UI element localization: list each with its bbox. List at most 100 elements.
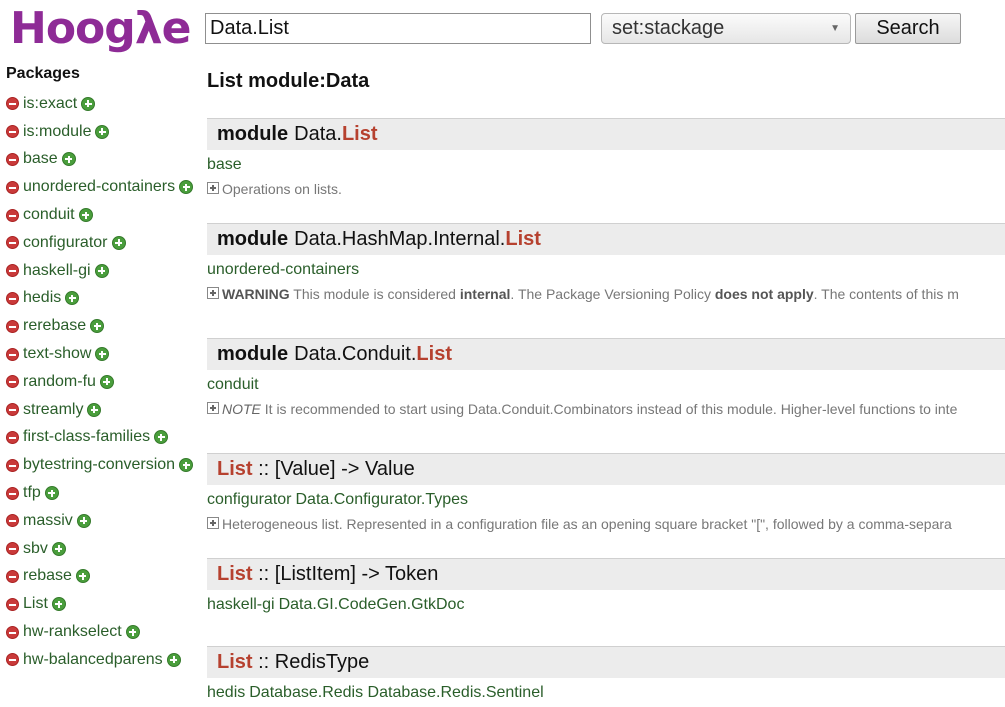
result-signature[interactable]: module Data.Conduit. List — [207, 338, 1005, 370]
scope-select[interactable]: set:stackage ▼ — [601, 13, 851, 44]
minus-icon[interactable] — [6, 542, 19, 556]
search-button[interactable]: Search — [855, 13, 961, 44]
plus-icon[interactable] — [51, 597, 66, 612]
sidebar-item-label[interactable]: haskell-gi — [23, 262, 91, 280]
plus-icon[interactable] — [90, 319, 105, 334]
minus-icon[interactable] — [6, 291, 19, 305]
result-package-link[interactable]: unordered-containers — [207, 261, 359, 278]
sidebar-item-label[interactable]: configurator — [23, 234, 108, 252]
sidebar-item-label[interactable]: sbv — [23, 540, 48, 558]
minus-icon[interactable] — [6, 125, 19, 139]
minus-icon[interactable] — [6, 375, 19, 389]
minus-icon[interactable] — [6, 458, 19, 472]
expand-icon[interactable] — [207, 182, 219, 194]
hoogle-logo[interactable]: Hoogλe — [10, 0, 191, 56]
search-input[interactable] — [205, 13, 591, 44]
result-name-highlight[interactable]: List — [217, 458, 253, 481]
sidebar-item-label[interactable]: first-class-families — [23, 428, 150, 446]
sidebar-item-label[interactable]: is:module — [23, 123, 91, 141]
result-name-highlight[interactable]: List — [342, 123, 378, 146]
sidebar-item-label[interactable]: List — [23, 595, 48, 613]
result-package-link[interactable]: configurator — [207, 491, 292, 508]
minus-icon[interactable] — [6, 347, 19, 361]
minus-icon[interactable] — [6, 486, 19, 500]
plus-icon[interactable] — [61, 152, 76, 167]
plus-icon[interactable] — [76, 513, 91, 528]
plus-icon[interactable] — [179, 458, 194, 473]
minus-icon[interactable] — [6, 236, 19, 250]
result-module-link[interactable]: Data.Configurator.Types — [296, 491, 469, 508]
minus-icon[interactable] — [6, 319, 19, 333]
result-type-signature: :: [Value] -> Value — [252, 458, 415, 480]
plus-icon[interactable] — [99, 374, 114, 389]
plus-icon[interactable] — [125, 625, 140, 640]
sidebar-item-label[interactable]: hw-balancedparens — [23, 651, 163, 669]
expand-icon[interactable] — [207, 287, 219, 299]
plus-icon[interactable] — [166, 652, 181, 667]
minus-icon[interactable] — [6, 403, 19, 417]
sidebar-item-label[interactable]: streamly — [23, 401, 83, 419]
plus-icon[interactable] — [51, 541, 66, 556]
result-signature[interactable]: List :: [ListItem] -> Token — [207, 558, 1005, 590]
sidebar-item-label[interactable]: conduit — [23, 206, 75, 224]
minus-icon[interactable] — [6, 264, 19, 278]
plus-icon[interactable] — [94, 263, 109, 278]
plus-icon[interactable] — [111, 235, 126, 250]
result-name-highlight[interactable]: List — [217, 563, 253, 586]
minus-icon[interactable] — [6, 430, 19, 444]
sidebar-item-base: base — [6, 146, 196, 174]
result-package-line: configurator Data.Configurator.Types — [207, 491, 1005, 509]
result-doc-fragment: does not apply — [714, 286, 814, 302]
result-signature[interactable]: List :: [Value] -> Value — [207, 453, 1005, 485]
plus-icon[interactable] — [65, 291, 80, 306]
minus-icon[interactable] — [6, 180, 19, 194]
result-package-link[interactable]: base — [207, 156, 242, 173]
result-package-link[interactable]: haskell-gi — [207, 596, 275, 613]
minus-icon[interactable] — [6, 152, 19, 166]
plus-icon[interactable] — [78, 208, 93, 223]
sidebar-item-label[interactable]: random-fu — [23, 373, 96, 391]
result-doc-text: WARNING This module is considered intern… — [222, 285, 959, 307]
sidebar-item-label[interactable]: unordered-containers — [23, 178, 175, 196]
minus-icon[interactable] — [6, 97, 19, 111]
sidebar-item-label[interactable]: rebase — [23, 567, 72, 585]
sidebar-item-label[interactable]: massiv — [23, 512, 73, 530]
plus-icon[interactable] — [44, 486, 59, 501]
plus-icon[interactable] — [179, 180, 194, 195]
plus-icon[interactable] — [81, 96, 96, 111]
result-doc: Heterogeneous list. Represented in a con… — [207, 515, 1005, 533]
sidebar-item-label[interactable]: tfp — [23, 484, 41, 502]
sidebar-item-label[interactable]: bytestring-conversion — [23, 456, 175, 474]
minus-icon[interactable] — [6, 514, 19, 528]
expand-icon[interactable] — [207, 402, 219, 414]
result-name-highlight[interactable]: List — [505, 228, 541, 251]
minus-icon[interactable] — [6, 569, 19, 583]
sidebar-item-label[interactable]: text-show — [23, 345, 91, 363]
result-module-link[interactable]: Database.Redis Database.Redis.Sentinel — [249, 684, 543, 701]
minus-icon[interactable] — [6, 653, 19, 667]
sidebar-item-label[interactable]: rerebase — [23, 317, 86, 335]
result-package-link[interactable]: conduit — [207, 376, 259, 393]
result-name-highlight[interactable]: List — [217, 651, 253, 674]
plus-icon[interactable] — [95, 347, 110, 362]
plus-icon[interactable] — [75, 569, 90, 584]
plus-icon[interactable] — [95, 124, 110, 139]
result-type-signature: :: RedisType — [252, 651, 370, 673]
result-signature[interactable]: module Data.HashMap.Internal. List — [207, 223, 1005, 255]
sidebar-item-label[interactable]: hedis — [23, 289, 61, 307]
result-doc-line: importing this module are expected to tr… — [222, 303, 959, 307]
expand-icon[interactable] — [207, 517, 219, 529]
plus-icon[interactable] — [87, 402, 102, 417]
result-module-link[interactable]: Data.GI.CodeGen.GtkDoc — [279, 596, 465, 613]
result-name-highlight[interactable]: List — [416, 343, 452, 366]
sidebar-item-label[interactable]: base — [23, 150, 58, 168]
result-package-link[interactable]: hedis — [207, 684, 245, 701]
sidebar-item-label[interactable]: is:exact — [23, 95, 77, 113]
minus-icon[interactable] — [6, 625, 19, 639]
result-signature[interactable]: module Data. List — [207, 118, 1005, 150]
minus-icon[interactable] — [6, 208, 19, 222]
plus-icon[interactable] — [154, 430, 169, 445]
result-signature[interactable]: List :: RedisType — [207, 646, 1005, 678]
sidebar-item-label[interactable]: hw-rankselect — [23, 623, 122, 641]
minus-icon[interactable] — [6, 597, 19, 611]
